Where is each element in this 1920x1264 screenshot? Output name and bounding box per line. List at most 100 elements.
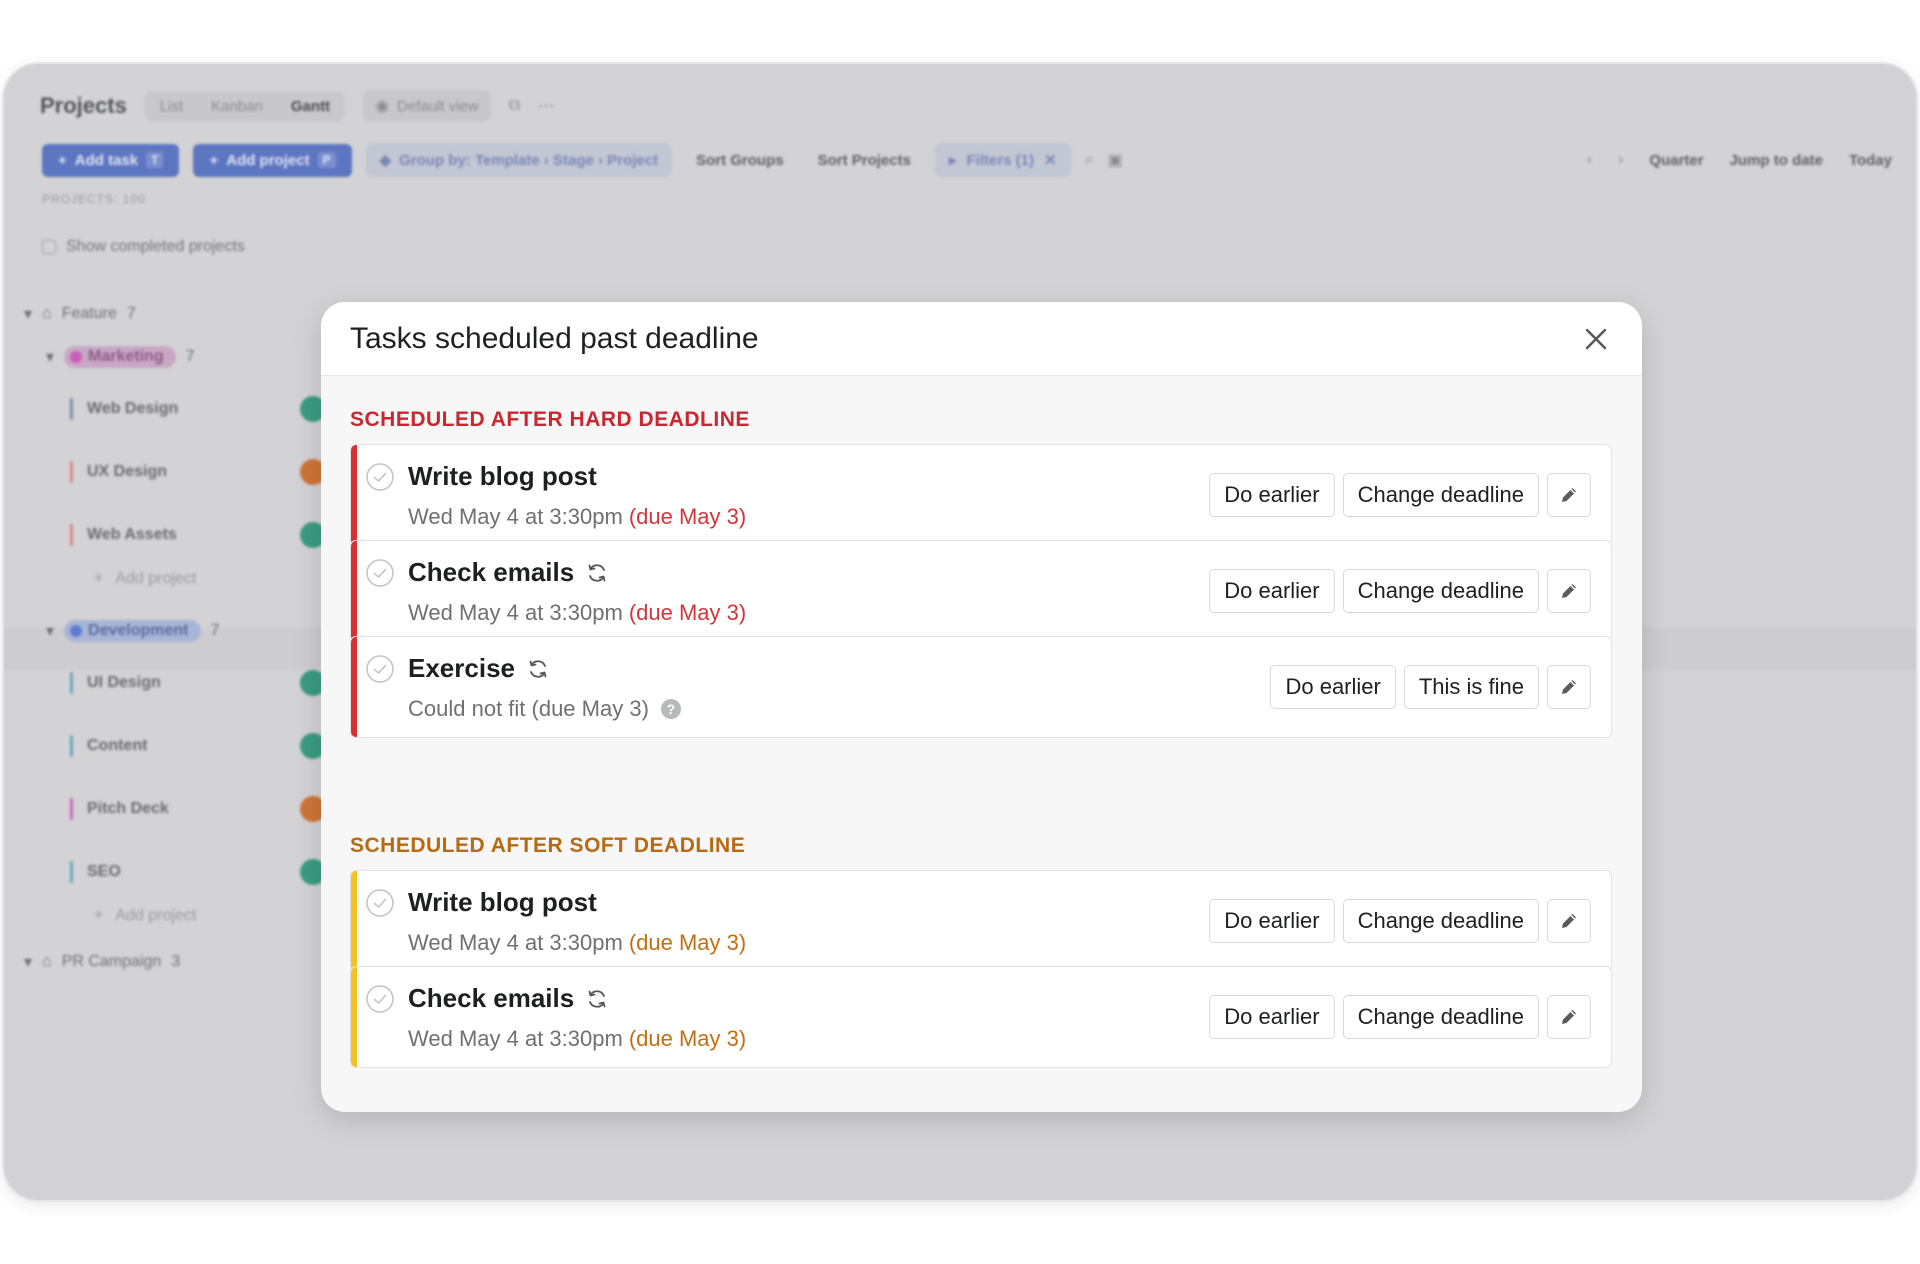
task-actions: Do earlier Change deadline [1209, 995, 1591, 1039]
edit-button[interactable] [1547, 995, 1591, 1039]
project-row[interactable]: Pitch Deck [70, 796, 326, 822]
task-schedule: Wed May 4 at 3:30pm (due May 3) [408, 1026, 746, 1052]
do-earlier-button[interactable]: Do earlier [1209, 995, 1335, 1039]
do-earlier-button[interactable]: Do earlier [1209, 473, 1335, 517]
close-button[interactable] [1579, 322, 1613, 356]
today-button[interactable]: Today [1849, 152, 1892, 169]
task-name: Check emails [408, 983, 608, 1014]
project-name: Pitch Deck [87, 800, 169, 817]
task-schedule: Could not fit (due May 3) ? [408, 696, 681, 722]
pencil-icon [1562, 488, 1576, 502]
group-label: Feature [61, 305, 117, 322]
chevron-down-icon: ▾ [46, 349, 55, 366]
add-task-button[interactable]: + Add task T [42, 143, 180, 177]
group-development[interactable]: ▾ Development 7 [46, 620, 219, 642]
add-project-link[interactable]: + Add project [94, 570, 196, 588]
edit-button[interactable] [1547, 569, 1591, 613]
default-view-selector[interactable]: ◉ Default view [363, 90, 491, 122]
copy-icon[interactable]: ⧉ [509, 97, 520, 115]
recurring-icon [529, 659, 547, 678]
edit-button[interactable] [1547, 665, 1591, 709]
do-earlier-button[interactable]: Do earlier [1209, 899, 1335, 943]
chevron-down-icon: ▾ [46, 623, 55, 640]
top-bar: Projects List Kanban Gantt ◉ Default vie… [40, 90, 554, 122]
scheduled-time: Could not fit (due May 3) [408, 696, 649, 721]
task-row: Exercise Could not fit (due May 3) ? Do … [350, 636, 1612, 738]
group-count: 3 [171, 953, 181, 970]
check-circle-icon[interactable] [365, 984, 395, 1014]
tab-kanban[interactable]: Kanban [199, 94, 275, 119]
group-marketing[interactable]: ▾ Marketing 7 [46, 346, 195, 368]
add-project-label: Add project [115, 907, 197, 924]
calendar-icon[interactable]: ▣ [1108, 150, 1123, 170]
group-pr-campaign[interactable]: ▾ ⌂ PR Campaign 3 [24, 952, 180, 972]
add-project-button[interactable]: + Add project P [193, 143, 352, 177]
group-count: 7 [126, 305, 136, 322]
edit-button[interactable] [1547, 473, 1591, 517]
filters-button[interactable]: ▸ Filters (1) ✕ [934, 143, 1071, 177]
task-row: Write blog post Wed May 4 at 3:30pm (due… [350, 444, 1612, 546]
task-name: Write blog post [408, 461, 597, 492]
project-row[interactable]: Web Design [70, 396, 326, 422]
group-label: PR Campaign [61, 953, 162, 970]
add-project-link[interactable]: + Add project [94, 907, 196, 925]
project-name: Web Assets [87, 526, 177, 543]
show-completed-toggle[interactable]: Show completed projects [42, 238, 245, 256]
toolbar-right: ‹ › Quarter Jump to date Today [1587, 151, 1892, 169]
pencil-icon [1562, 1010, 1576, 1024]
project-color-bar [70, 861, 73, 883]
task-row: Check emails Wed May 4 at 3:30pm (due Ma… [350, 966, 1612, 1068]
edit-button[interactable] [1547, 899, 1591, 943]
check-circle-icon[interactable] [365, 462, 395, 492]
home-icon: ⌂ [42, 953, 52, 970]
task-schedule: Wed May 4 at 3:30pm (due May 3) [408, 930, 746, 956]
project-row[interactable]: Content [70, 733, 326, 759]
quarter-button[interactable]: Quarter [1649, 152, 1703, 169]
due-date: (due May 3) [628, 1026, 747, 1051]
project-row[interactable]: Web Assets [70, 522, 326, 548]
clear-filter-icon[interactable]: ✕ [1044, 151, 1057, 169]
change-deadline-button[interactable]: Change deadline [1342, 569, 1539, 613]
jump-to-date-button[interactable]: Jump to date [1730, 152, 1823, 169]
project-row[interactable]: UX Design [70, 459, 326, 485]
plus-icon: + [94, 570, 104, 587]
more-icon[interactable]: ⋯ [538, 96, 554, 116]
plus-icon: + [94, 907, 104, 924]
change-deadline-button[interactable]: Change deadline [1342, 473, 1539, 517]
tab-gantt[interactable]: Gantt [279, 94, 342, 119]
group-by-label: Group by: Template › Stage › Project [399, 151, 659, 169]
project-row[interactable]: UI Design [70, 670, 326, 696]
do-earlier-button[interactable]: Do earlier [1270, 665, 1396, 709]
projects-count: PROJECTS: 100 [42, 192, 146, 206]
change-deadline-button[interactable]: Change deadline [1342, 899, 1539, 943]
checkbox[interactable] [42, 240, 56, 254]
project-row[interactable]: SEO [70, 859, 326, 885]
group-by-button[interactable]: ◆ Group by: Template › Stage › Project [365, 143, 673, 177]
task-name: Exercise [408, 653, 549, 684]
group-feature[interactable]: ▾ ⌂ Feature 7 [24, 304, 136, 324]
check-circle-icon[interactable] [365, 654, 395, 684]
chevron-left-icon[interactable]: ‹ [1587, 151, 1592, 169]
sort-groups-button[interactable]: Sort Groups [686, 152, 794, 169]
search-icon[interactable]: ⌕ [1085, 151, 1094, 169]
do-earlier-button[interactable]: Do earlier [1209, 569, 1335, 613]
close-icon [1585, 328, 1607, 349]
check-circle-icon[interactable] [365, 888, 395, 918]
task-title: Check emails [408, 557, 575, 587]
add-project-label: Add project [115, 570, 197, 587]
scheduled-time: Wed May 4 at 3:30pm [408, 930, 623, 955]
task-actions: Do earlier Change deadline [1209, 473, 1591, 517]
chevron-right-icon[interactable]: › [1618, 151, 1623, 169]
due-date: (due May 3) [628, 930, 747, 955]
scheduled-time: Wed May 4 at 3:30pm [408, 600, 623, 625]
check-circle-icon[interactable] [365, 558, 395, 588]
tab-list[interactable]: List [148, 94, 195, 119]
help-icon[interactable]: ? [660, 699, 681, 719]
change-deadline-button[interactable]: Change deadline [1342, 995, 1539, 1039]
due-date: (due May 3) [628, 504, 747, 529]
project-name: Web Design [87, 400, 179, 417]
sort-projects-button[interactable]: Sort Projects [808, 152, 921, 169]
stage-pill-marketing: Marketing [64, 346, 176, 368]
deadline-modal: Tasks scheduled past deadline SCHEDULED … [321, 302, 1642, 1112]
this-is-fine-button[interactable]: This is fine [1403, 665, 1539, 709]
